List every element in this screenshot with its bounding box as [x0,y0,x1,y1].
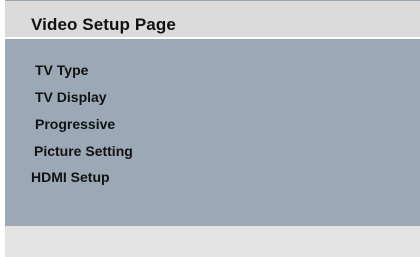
menu-item-hdmi-setup[interactable]: HDMI Setup [31,169,110,185]
info-footer [5,226,420,257]
menu-item-picture-setting[interactable]: Picture Setting [34,143,133,159]
menu-item-tv-display[interactable]: TV Display [35,89,107,105]
video-setup-screen: Video Setup Page TV Type TV Display Prog… [5,0,420,257]
page-header: Video Setup Page [5,1,420,37]
menu-item-tv-type[interactable]: TV Type [35,62,88,78]
menu-item-progressive[interactable]: Progressive [35,116,115,132]
setup-menu: TV Type TV Display Progressive Picture S… [5,39,420,226]
page-title: Video Setup Page [31,15,176,34]
